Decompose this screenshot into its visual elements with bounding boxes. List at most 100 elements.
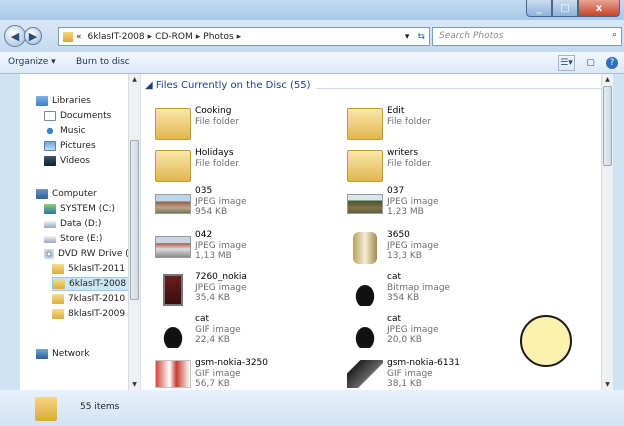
scroll-down-icon[interactable]: ▼ [129,381,140,388]
cat-thumbnail [155,316,191,348]
breadcrumb-item[interactable]: 6klasIT-2008 [85,32,148,42]
file-item[interactable]: cat JPEG image 20,0 KB [347,314,547,352]
file-name: cat [195,314,209,324]
file-type: JPEG image [195,197,247,207]
file-name: 7260_nokia [195,272,247,282]
sidebar-item-folder[interactable]: 5klasIT-2011 [52,262,125,276]
sidebar-item-libraries[interactable]: Libraries [36,94,91,108]
music-icon [44,126,56,136]
sidebar-item-pictures[interactable]: Pictures [44,139,96,153]
file-item[interactable]: 042 JPEG image 1,13 MB [155,230,355,268]
sidebar-item-label: Network [52,349,90,359]
group-header[interactable]: ◢ Files Currently on the Disc (55) [145,80,311,91]
navigation-pane: Libraries Documents Music Pictures Video… [20,74,141,390]
sidebar-item-network[interactable]: Network [36,347,90,361]
burn-to-disc-button[interactable]: Burn to disc [76,57,130,67]
sidebar-item-documents[interactable]: Documents [44,109,111,123]
photo-thumbnail [155,236,191,258]
sidebar-scrollbar[interactable]: ▲ ▼ [128,74,140,390]
sidebar-item-label: SYSTEM (C:) [60,204,116,214]
organize-menu[interactable]: Organize ▾ [8,57,56,67]
videos-icon [44,156,56,166]
file-name: 3650 [387,230,410,240]
file-item[interactable]: 3650 JPEG image 13,3 KB [347,230,547,268]
title-bar: _ □ x [0,0,624,20]
sidebar-item-folder[interactable]: 7klasIT-2010 [52,292,125,306]
file-item[interactable]: Holidays File folder [155,148,355,186]
sidebar-scroll-thumb[interactable] [130,140,139,300]
breadcrumb-separator-icon[interactable]: ▸ [237,32,242,42]
file-item[interactable]: cat GIF image 22,4 KB [155,314,355,352]
sidebar-item-data-drive[interactable]: Data (D:) [44,217,101,231]
preview-pane-icon[interactable]: ▢ [583,56,598,70]
file-type: JPEG image [195,241,247,251]
file-name: writers [387,148,419,158]
file-size: 20,0 KB [387,335,422,345]
maximize-button[interactable]: □ [552,0,578,17]
sidebar-item-label: 5klasIT-2011 [68,264,126,274]
file-item[interactable]: 7260_nokia JPEG image 35,4 KB [155,272,355,310]
file-item[interactable]: writers File folder [347,148,547,186]
address-bar[interactable]: « 6klasIT-2008 ▸ CD-ROM ▸ Photos ▸ ▾ ⇆ [58,27,430,46]
content-scrollbar[interactable]: ▲ ▼ [601,74,613,390]
system-drive-icon [44,204,56,214]
file-type: GIF image [195,325,241,335]
forward-button[interactable]: ▶ [24,27,42,45]
command-bar: Organize ▾ Burn to disc ☰▾ ▢ ? [0,52,624,74]
scroll-down-icon[interactable]: ▼ [602,381,613,388]
file-size: 35,4 KB [195,293,230,303]
sidebar-item-folder[interactable]: 8klasIT-2009 [52,307,125,321]
refresh-icon[interactable]: ⇆ [413,32,429,42]
file-item[interactable]: Cooking File folder [155,106,355,144]
collapse-icon[interactable]: ◢ [145,80,153,91]
file-type: Bitmap image [387,283,451,293]
file-item[interactable]: 037 JPEG image 1,23 MB [347,186,547,224]
file-item[interactable]: 035 JPEG image 954 KB [155,186,355,224]
breadcrumb-item[interactable]: CD-ROM [152,32,196,42]
sidebar-item-videos[interactable]: Videos [44,154,90,168]
file-name: Holidays [195,148,234,158]
file-name: cat [387,314,401,324]
sidebar-item-label: Pictures [60,141,96,151]
help-icon[interactable]: ? [606,57,618,69]
content-scroll-thumb[interactable] [603,86,612,166]
file-item[interactable]: Edit File folder [347,106,547,144]
folder-icon [347,150,383,182]
status-bar: 55 items [0,390,624,426]
scroll-up-icon[interactable]: ▲ [602,76,613,83]
group-divider [316,88,601,89]
file-type: File folder [387,159,432,169]
file-name: gsm-nokia-6131 [387,358,461,368]
file-size: 354 KB [387,293,420,303]
sidebar-item-store-drive[interactable]: Store (E:) [44,232,102,246]
address-dropdown-icon[interactable]: ▾ [405,32,414,42]
sidebar-item-music[interactable]: Music [44,124,86,138]
sidebar-item-dvd-drive[interactable]: DVD RW Drive (G [44,247,136,261]
file-type: JPEG image [387,197,439,207]
file-name: gsm-nokia-3250 [195,358,269,368]
minimize-button[interactable]: _ [526,0,552,17]
phone-thumbnail [163,274,183,306]
sidebar-item-system-drive[interactable]: SYSTEM (C:) [44,202,115,216]
phone-thumbnail [155,360,191,388]
breadcrumb-overflow[interactable]: « [73,32,85,42]
search-icon[interactable]: ⌕ [612,30,617,40]
back-button[interactable]: ◀ [4,25,26,47]
view-options-icon[interactable]: ☰▾ [558,55,575,71]
scroll-up-icon[interactable]: ▲ [129,76,140,83]
folder-icon [53,279,65,289]
breadcrumb-item[interactable]: Photos [200,32,236,42]
folder-icon [155,150,191,182]
sidebar-item-computer[interactable]: Computer [36,187,97,201]
sidebar-item-folder-selected[interactable]: 6klasIT-2008 [52,277,134,291]
search-input[interactable]: Search Photos ⌕ [432,27,622,46]
photo-thumbnail [155,194,191,214]
file-type: File folder [195,159,240,169]
pictures-icon [44,141,56,151]
network-icon [36,349,48,359]
file-name: 042 [195,230,213,240]
file-name: Cooking [195,106,232,116]
file-name: 035 [195,186,213,196]
file-item[interactable]: cat Bitmap image 354 KB [347,272,547,310]
close-button[interactable]: x [578,0,620,17]
